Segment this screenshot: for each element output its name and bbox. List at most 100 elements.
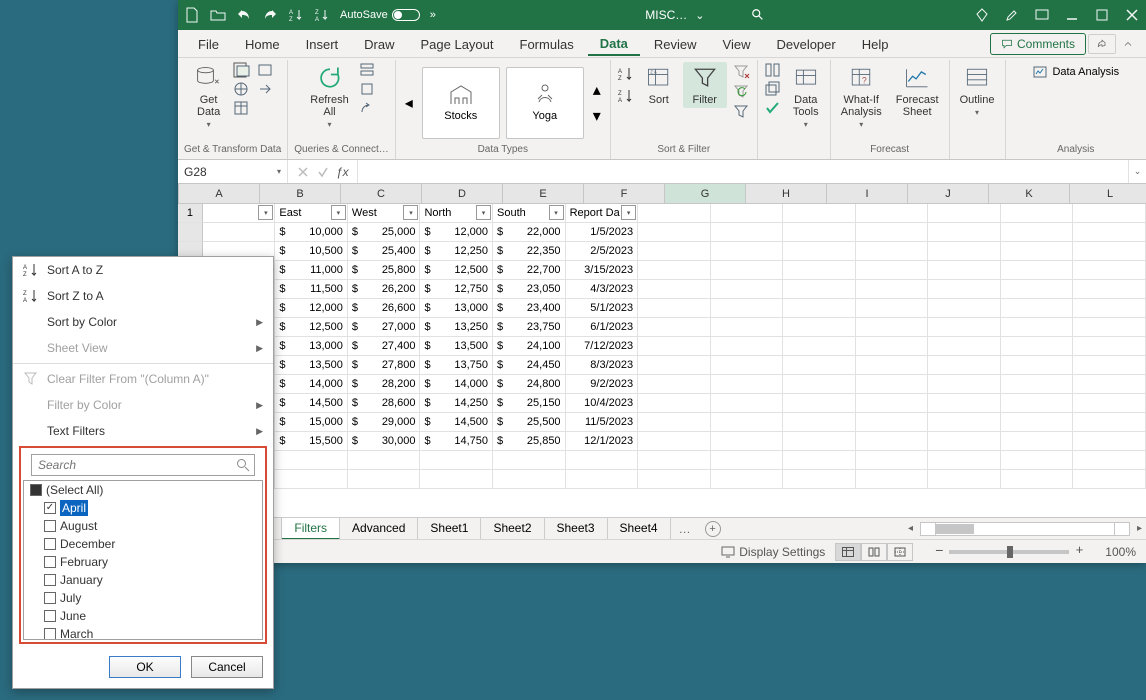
recent-sources-icon[interactable] bbox=[257, 62, 275, 78]
cell[interactable]: 8/3/2023 bbox=[566, 356, 639, 375]
cell[interactable] bbox=[856, 223, 929, 242]
cancel-fx-icon[interactable] bbox=[296, 165, 310, 179]
undo-icon[interactable] bbox=[236, 7, 252, 23]
new-file-icon[interactable] bbox=[184, 7, 200, 23]
cell[interactable] bbox=[928, 394, 1001, 413]
cell[interactable] bbox=[638, 261, 711, 280]
cell[interactable]: $11,000 bbox=[275, 261, 348, 280]
cell[interactable] bbox=[1001, 375, 1074, 394]
cell[interactable]: $28,200 bbox=[348, 375, 421, 394]
cell[interactable]: $13,750 bbox=[420, 356, 493, 375]
tab-draw[interactable]: Draw bbox=[352, 33, 406, 55]
cell[interactable] bbox=[638, 242, 711, 261]
cell[interactable]: $15,000 bbox=[275, 413, 348, 432]
cell[interactable] bbox=[1073, 280, 1146, 299]
cell[interactable] bbox=[1001, 470, 1074, 489]
cell[interactable] bbox=[928, 280, 1001, 299]
filter-value-list[interactable]: (Select All)AprilAugustDecemberFebruaryJ… bbox=[23, 480, 263, 640]
refresh-all-button[interactable]: Refresh All ▾ bbox=[306, 62, 353, 129]
data-val-icon[interactable] bbox=[764, 100, 782, 116]
cell[interactable]: $27,400 bbox=[348, 337, 421, 356]
cell[interactable]: $12,500 bbox=[275, 318, 348, 337]
filter-item[interactable]: July bbox=[24, 589, 262, 607]
sort-z-to-a[interactable]: ZA Sort Z to A bbox=[13, 283, 273, 309]
cell[interactable] bbox=[783, 413, 856, 432]
cell[interactable] bbox=[711, 470, 784, 489]
display-settings-button[interactable]: Display Settings bbox=[721, 545, 825, 559]
cell[interactable] bbox=[783, 261, 856, 280]
cell[interactable] bbox=[856, 451, 929, 470]
cell[interactable]: $27,000 bbox=[348, 318, 421, 337]
cell[interactable] bbox=[1073, 318, 1146, 337]
text-to-cols-icon[interactable] bbox=[764, 62, 782, 78]
cell[interactable] bbox=[1073, 470, 1146, 489]
cell[interactable]: $12,750 bbox=[420, 280, 493, 299]
cell[interactable] bbox=[928, 299, 1001, 318]
clear-filter-icon[interactable] bbox=[733, 64, 751, 80]
filter-dropdown-icon[interactable]: ▾ bbox=[549, 205, 564, 220]
horizontal-scrollbar[interactable] bbox=[920, 522, 1130, 536]
cell[interactable] bbox=[566, 451, 639, 470]
zoom-level[interactable]: 100% bbox=[1105, 545, 1136, 559]
cell[interactable]: 1/5/2023 bbox=[566, 223, 639, 242]
formula-bar[interactable] bbox=[358, 160, 1128, 183]
cell[interactable] bbox=[1001, 242, 1074, 261]
cell[interactable] bbox=[856, 394, 929, 413]
cell[interactable] bbox=[711, 432, 784, 451]
col-header-J[interactable]: J bbox=[908, 184, 989, 203]
filter-dropdown-icon[interactable]: ▾ bbox=[476, 205, 491, 220]
cell[interactable] bbox=[928, 356, 1001, 375]
cell[interactable]: 6/1/2023 bbox=[566, 318, 639, 337]
cell[interactable] bbox=[856, 432, 929, 451]
cell[interactable]: Report Da▾ bbox=[566, 204, 639, 223]
cell[interactable] bbox=[856, 261, 929, 280]
cell[interactable]: 7/12/2023 bbox=[566, 337, 639, 356]
sheet-tab-sheet1[interactable]: Sheet1 bbox=[418, 517, 481, 540]
zoom-slider[interactable] bbox=[949, 550, 1069, 554]
cell[interactable] bbox=[420, 451, 493, 470]
cell[interactable] bbox=[856, 375, 929, 394]
cell[interactable]: $29,000 bbox=[348, 413, 421, 432]
checkbox[interactable] bbox=[44, 628, 56, 640]
data-analysis-button[interactable]: Data Analysis bbox=[1032, 64, 1119, 80]
filter-item[interactable]: June bbox=[24, 607, 262, 625]
cell[interactable] bbox=[493, 451, 566, 470]
cell[interactable] bbox=[275, 451, 348, 470]
advanced-filter-icon[interactable] bbox=[733, 104, 751, 120]
cell[interactable]: $14,250 bbox=[420, 394, 493, 413]
cell[interactable]: ▾ bbox=[203, 204, 276, 223]
cell[interactable] bbox=[928, 261, 1001, 280]
cell[interactable]: $26,200 bbox=[348, 280, 421, 299]
maximize-icon[interactable] bbox=[1094, 7, 1110, 23]
cell[interactable]: $13,000 bbox=[420, 299, 493, 318]
cell[interactable]: $27,800 bbox=[348, 356, 421, 375]
cell[interactable] bbox=[711, 318, 784, 337]
cell[interactable] bbox=[638, 356, 711, 375]
forecast-sheet-button[interactable]: Forecast Sheet bbox=[892, 62, 943, 118]
dtype-prev-icon[interactable]: ◂ bbox=[402, 78, 416, 128]
tab-page-layout[interactable]: Page Layout bbox=[409, 33, 506, 55]
col-header-D[interactable]: D bbox=[422, 184, 503, 203]
scroll-right-icon[interactable]: ▸ bbox=[1130, 523, 1142, 534]
cell[interactable] bbox=[711, 356, 784, 375]
filter-item[interactable]: April bbox=[24, 499, 262, 517]
checkbox[interactable] bbox=[44, 574, 56, 586]
comments-button[interactable]: Comments bbox=[990, 33, 1086, 55]
cell[interactable] bbox=[783, 280, 856, 299]
cell[interactable] bbox=[1001, 451, 1074, 470]
filter-item[interactable]: (Select All) bbox=[24, 481, 262, 499]
cell[interactable] bbox=[638, 375, 711, 394]
filter-item[interactable]: February bbox=[24, 553, 262, 571]
cell[interactable]: 2/5/2023 bbox=[566, 242, 639, 261]
cell[interactable] bbox=[348, 470, 421, 489]
properties-icon[interactable] bbox=[359, 81, 377, 97]
cell[interactable]: $11,500 bbox=[275, 280, 348, 299]
queries-conn-icon[interactable] bbox=[359, 62, 377, 78]
cell[interactable]: $14,500 bbox=[420, 413, 493, 432]
cell[interactable]: $22,700 bbox=[493, 261, 566, 280]
cell[interactable] bbox=[783, 375, 856, 394]
sort-asc-icon[interactable]: AZ bbox=[288, 7, 304, 23]
cell[interactable] bbox=[566, 470, 639, 489]
cell[interactable] bbox=[783, 337, 856, 356]
cell[interactable] bbox=[928, 432, 1001, 451]
